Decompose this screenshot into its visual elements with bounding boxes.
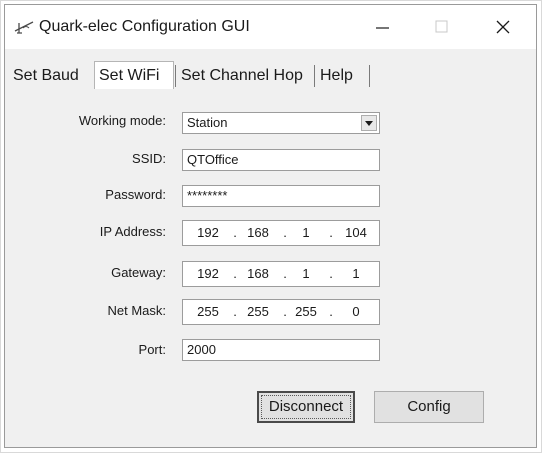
port-input[interactable]: 2000 (182, 339, 380, 361)
config-label: Config (407, 398, 451, 415)
port-value: 2000 (187, 342, 216, 357)
ip-octet[interactable]: 255 (243, 304, 273, 319)
password-label: Password: (105, 187, 166, 202)
app-window: Quark-elec Configuration GUI Set Baud Se… (4, 4, 537, 448)
ip-separator: . (233, 304, 237, 319)
gateway-input[interactable]: 192 . 168 . 1 . 1 (182, 261, 380, 287)
tab-divider (314, 65, 315, 87)
ip-octet[interactable]: 168 (243, 266, 273, 281)
gateway-label: Gateway: (111, 265, 166, 280)
ssid-input[interactable]: QTOffice (182, 149, 380, 171)
close-icon (496, 20, 510, 34)
tab-label: Set Baud (13, 67, 79, 84)
ssid-value: QTOffice (187, 152, 239, 167)
working-mode-label: Working mode: (78, 113, 166, 128)
net-mask-label: Net Mask: (107, 303, 166, 318)
working-mode-value: Station (187, 115, 228, 130)
ip-separator: . (283, 225, 287, 240)
app-icon (14, 21, 34, 34)
ip-octet[interactable]: 192 (193, 225, 223, 240)
ip-separator: . (233, 266, 237, 281)
ip-octet[interactable]: 1 (291, 266, 321, 281)
ip-separator: . (329, 266, 333, 281)
ip-separator: . (233, 225, 237, 240)
maximize-icon (435, 20, 448, 33)
wifi-settings-panel: Working mode: Station SSID: QTOffice Pas… (9, 89, 532, 437)
focus-outline (261, 395, 351, 419)
tab-help[interactable]: Help (316, 63, 368, 89)
ip-address-input[interactable]: 192 . 168 . 1 . 104 (182, 220, 380, 246)
maximize-button[interactable] (415, 5, 465, 49)
ip-separator: . (329, 304, 333, 319)
net-mask-input[interactable]: 255 . 255 . 255 . 0 (182, 299, 380, 325)
ip-octet[interactable]: 255 (193, 304, 223, 319)
ip-address-label: IP Address: (99, 224, 166, 239)
title-bar: Quark-elec Configuration GUI (5, 5, 536, 49)
tab-strip: Set Baud Set WiFi Set Channel Hop Help (9, 61, 529, 91)
port-label: Port: (138, 342, 166, 357)
password-input[interactable]: ******** (182, 185, 380, 207)
close-button[interactable] (477, 5, 527, 49)
minimize-icon (376, 27, 389, 29)
tab-label: Help (320, 67, 353, 84)
ip-octet[interactable]: 255 (291, 304, 321, 319)
ip-octet[interactable]: 1 (291, 225, 321, 240)
ip-separator: . (329, 225, 333, 240)
dropdown-button[interactable] (361, 115, 377, 131)
ip-octet[interactable]: 104 (341, 225, 371, 240)
window-title: Quark-elec Configuration GUI (39, 18, 250, 35)
minimize-button[interactable] (357, 5, 407, 49)
config-button[interactable]: Config (374, 391, 484, 423)
ip-octet[interactable]: 192 (193, 266, 223, 281)
ssid-label: SSID: (132, 151, 166, 166)
ip-separator: . (283, 266, 287, 281)
tab-set-wifi[interactable]: Set WiFi (94, 61, 174, 91)
password-value: ******** (187, 188, 228, 203)
tab-label: Set Channel Hop (181, 67, 303, 84)
ip-octet[interactable]: 168 (243, 225, 273, 240)
disconnect-button[interactable]: Disconnect (257, 391, 355, 423)
working-mode-select[interactable]: Station (182, 112, 380, 134)
tab-divider (369, 65, 370, 87)
chevron-down-icon (365, 121, 373, 126)
ip-separator: . (283, 304, 287, 319)
tab-set-channel-hop[interactable]: Set Channel Hop (177, 63, 313, 89)
tab-label: Set WiFi (99, 67, 160, 84)
tab-set-baud[interactable]: Set Baud (9, 63, 91, 89)
tab-divider (175, 65, 176, 87)
ip-octet[interactable]: 1 (341, 266, 371, 281)
ip-octet[interactable]: 0 (341, 304, 371, 319)
